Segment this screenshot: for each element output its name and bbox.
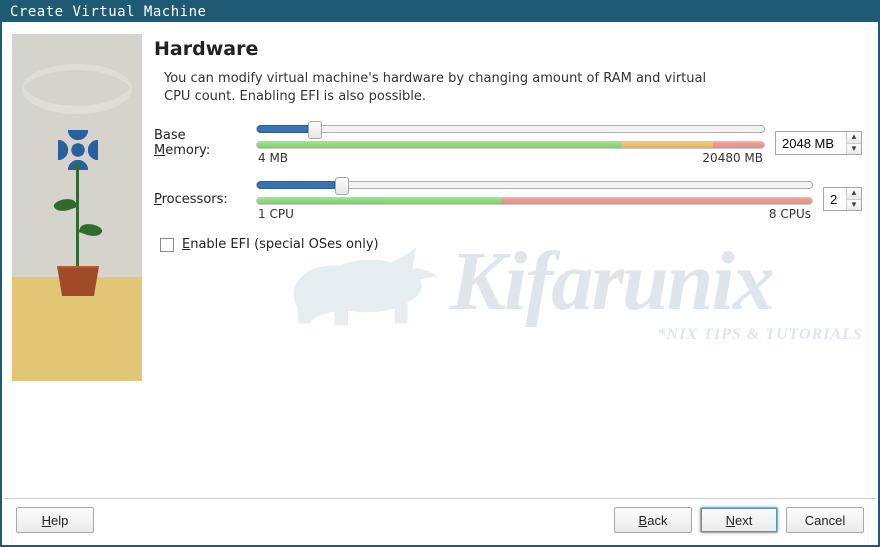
memory-spinbox[interactable]: ▲ ▼: [775, 131, 862, 155]
enable-efi-checkbox[interactable]: [160, 238, 174, 252]
processors-slider[interactable]: [256, 181, 813, 189]
memory-gauge: [256, 141, 765, 149]
memory-scale: 4 MB 20480 MB: [258, 151, 763, 165]
page-title: Hardware: [154, 38, 862, 60]
memory-slider-thumb[interactable]: [308, 121, 322, 139]
processors-step-down[interactable]: ▼: [847, 200, 861, 211]
enable-efi-label: Enable EFI (special OSes only): [182, 237, 379, 252]
processors-gauge: [256, 197, 813, 205]
processors-spinbox[interactable]: ▲ ▼: [823, 187, 862, 211]
memory-step-down[interactable]: ▼: [847, 144, 861, 155]
memory-step-up[interactable]: ▲: [847, 132, 861, 144]
memory-input[interactable]: [776, 132, 846, 154]
window-title: Create Virtual Machine: [2, 2, 878, 22]
back-button[interactable]: Back: [614, 507, 692, 533]
processors-step-up[interactable]: ▲: [847, 188, 861, 200]
sidebar-illustration: [12, 34, 142, 381]
processors-input[interactable]: [824, 188, 846, 210]
cancel-button[interactable]: Cancel: [786, 507, 864, 533]
memory-slider[interactable]: [256, 125, 765, 133]
next-button[interactable]: Next: [700, 507, 778, 533]
processors-label: Processors:: [154, 192, 246, 207]
processors-scale: 1 CPU 8 CPUs: [258, 207, 811, 221]
processors-slider-thumb[interactable]: [335, 177, 349, 195]
memory-label: Base Memory:: [154, 128, 246, 158]
page-description: You can modify virtual machine's hardwar…: [164, 70, 724, 105]
help-button[interactable]: Help: [16, 507, 94, 533]
